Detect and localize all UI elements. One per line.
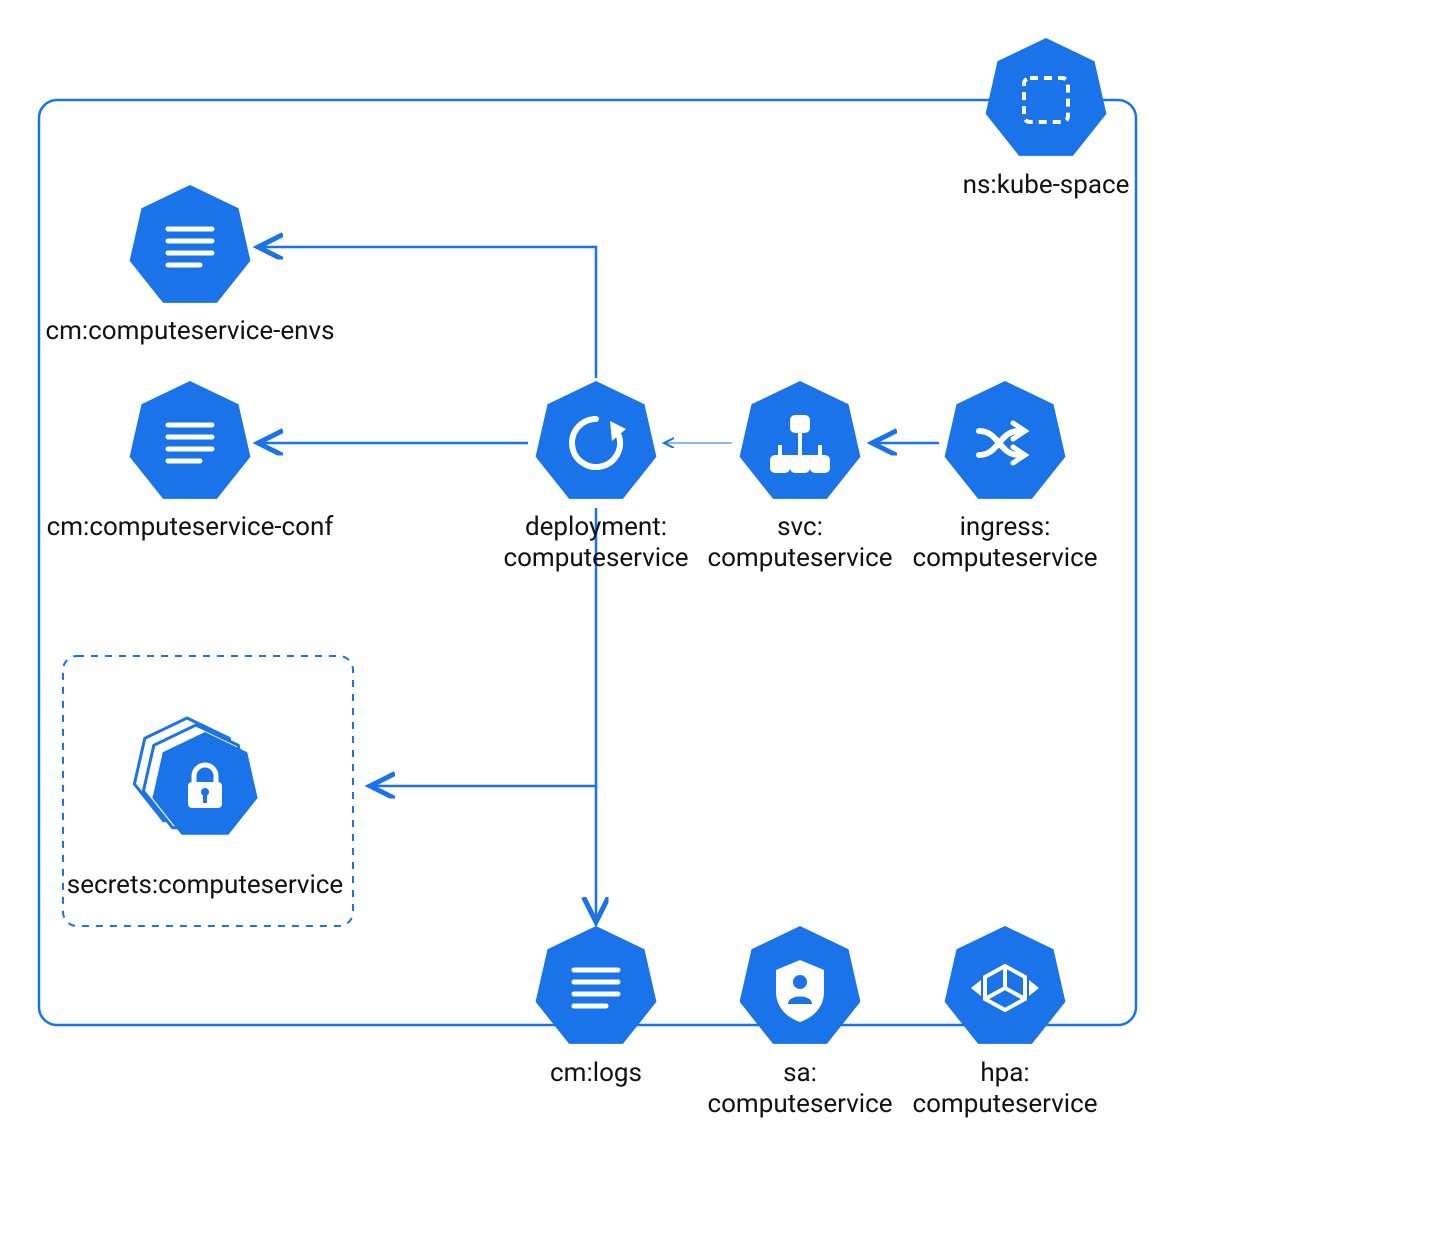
- node-cm-logs: [536, 926, 657, 1044]
- label-namespace: ns:kube-space: [932, 170, 1160, 201]
- node-hpa: [945, 926, 1066, 1044]
- label-svc: svc: computeservice: [690, 512, 910, 574]
- diagram-root: ns:kube-space cm:computeservice-envs cm:…: [0, 0, 1456, 1251]
- node-deployment: [536, 381, 657, 499]
- node-cm-conf: [130, 381, 251, 499]
- label-cm-logs: cm:logs: [500, 1058, 692, 1089]
- label-secrets: secrets:computeservice: [55, 870, 355, 901]
- node-svc: [740, 381, 861, 499]
- label-sa: sa: computeservice: [690, 1058, 910, 1120]
- label-deployment: deployment: computeservice: [476, 512, 716, 574]
- label-cm-envs: cm:computeservice-envs: [40, 316, 340, 347]
- node-cm-envs: [130, 185, 251, 303]
- node-ingress: [945, 381, 1066, 499]
- node-secrets: [134, 718, 257, 835]
- label-ingress: ingress: computeservice: [895, 512, 1115, 574]
- node-namespace: [986, 38, 1107, 156]
- label-hpa: hpa: computeservice: [895, 1058, 1115, 1120]
- node-sa: [740, 926, 861, 1044]
- label-cm-conf: cm:computeservice-conf: [40, 512, 340, 543]
